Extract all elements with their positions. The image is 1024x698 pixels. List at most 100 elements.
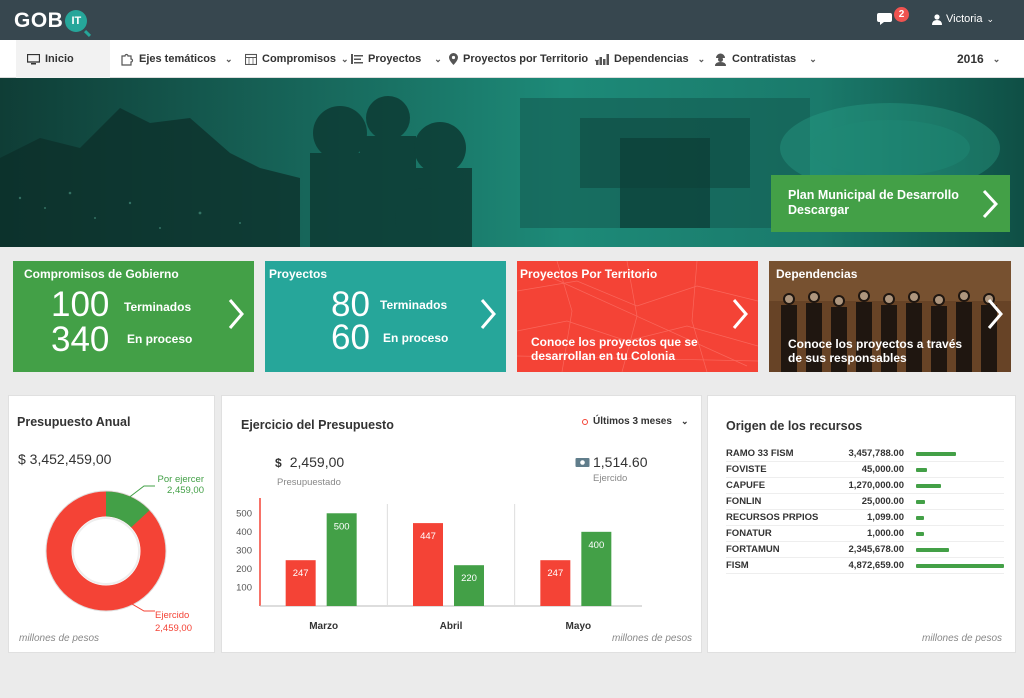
label-terminados: Terminados: [124, 300, 192, 314]
period-filter[interactable]: Últimos 3 meses ⌄: [582, 416, 688, 427]
resource-amount: 25,000.00: [861, 496, 904, 507]
bar-value-label: 500: [334, 521, 350, 532]
count-en-proceso: 340: [51, 320, 110, 359]
top-bar: GOB IT 2 Victoria ⌄: [0, 0, 1024, 40]
nav-label: Ejes temáticos: [139, 53, 217, 65]
user-name: Victoria: [946, 13, 983, 25]
card-description-line1: Conoce los proyectos que se: [531, 335, 698, 349]
resource-amount: 1,099.00: [867, 512, 904, 523]
ejercido-label: Ejercido: [593, 473, 628, 484]
table-row[interactable]: FORTAMUN 2,345,678.00: [726, 542, 1004, 558]
nav-inicio[interactable]: Inicio: [16, 40, 110, 78]
bar-value-label: 247: [547, 568, 563, 579]
resource-bar: [916, 483, 941, 488]
y-tick-label: 200: [236, 564, 252, 575]
nav-label: Proyectos por Territorio: [463, 53, 589, 65]
chevron-down-icon: ⌄: [986, 13, 995, 24]
label-terminados: Terminados: [380, 298, 448, 312]
label-por-ejercer: Por ejercer: [157, 474, 204, 485]
units-note: millones de pesos: [922, 633, 1003, 644]
chevron-right-icon: [987, 299, 1003, 329]
table-row[interactable]: CAPUFE 1,270,000.00: [726, 478, 1004, 494]
year-label: 2016: [957, 52, 984, 66]
resource-bar: [916, 547, 949, 552]
nav-dependencias[interactable]: Dependencias ⌄: [596, 40, 705, 78]
y-tick-label: 400: [236, 527, 252, 538]
table-row[interactable]: RECURSOS PRPIOS 1,099.00: [726, 510, 1004, 526]
resource-amount: 3,457,788.00: [848, 448, 904, 459]
card-title: Dependencias: [776, 267, 858, 281]
resource-name: FORTAMUN: [726, 544, 780, 555]
nav-territorio[interactable]: Proyectos por Territorio ⌄: [449, 40, 601, 78]
bar: [285, 560, 316, 606]
chevron-down-icon: ⌄: [434, 53, 442, 64]
chevron-down-icon: ⌄: [340, 53, 349, 64]
chevron-down-icon: ⌄: [992, 53, 1001, 64]
plan-title: Plan Municipal de Desarrollo: [788, 188, 959, 202]
resource-amount: 4,872,659.00: [848, 560, 904, 571]
chat-icon[interactable]: [877, 11, 895, 27]
resource-amount: 45,000.00: [861, 464, 904, 475]
count-terminados: 80: [331, 285, 370, 324]
nav-compromisos[interactable]: Compromisos ⌄: [245, 40, 349, 78]
nav-label: Compromisos: [262, 53, 336, 65]
resource-name: FISM: [726, 560, 749, 571]
plan-download-button[interactable]: Plan Municipal de Desarrollo Descargar: [771, 175, 1010, 232]
nav-proyectos[interactable]: Proyectos ⌄: [351, 40, 442, 78]
resource-bar: [916, 451, 956, 456]
y-tick-label: 100: [236, 582, 252, 593]
card-dependencias[interactable]: Dependencias Conoce los proyectos a trav…: [769, 261, 1011, 372]
list-icon: [351, 54, 363, 64]
nav-contratistas[interactable]: Contratistas ⌄: [714, 40, 817, 78]
year-selector[interactable]: 2016 ⌄: [957, 40, 1000, 78]
panel-presupuesto-anual: Presupuesto Anual $ 3,452,459,00 Por eje…: [8, 395, 215, 653]
chevron-down-icon: ⌄: [225, 53, 233, 64]
table-row[interactable]: RAMO 33 FISM 3,457,788.00: [726, 446, 1004, 462]
card-description-line1: Conoce los proyectos a través: [788, 337, 963, 351]
notification-badge: 2: [894, 7, 909, 22]
bar-value-label: 247: [293, 568, 309, 579]
nav-label: Dependencias: [614, 53, 689, 65]
chevron-down-icon: ⌄: [809, 53, 817, 64]
label-en-proceso: En proceso: [127, 332, 193, 346]
card-description-line2: desarrollan en tu Colonia: [531, 349, 676, 363]
card-compromisos[interactable]: Compromisos de Gobierno 100 Terminados 3…: [13, 261, 254, 372]
resource-bar: [916, 563, 1004, 568]
main-nav: Inicio Ejes temáticos ⌄ Compromisos ⌄ Pr…: [0, 40, 1024, 78]
card-territorio[interactable]: Proyectos Por Territorio Conoce los proy…: [517, 261, 758, 372]
resource-bar: [916, 467, 927, 472]
bar-chart: 500 400 300 200 100 247 500 Marzo 447 220 Abril 247…: [236, 498, 642, 632]
bar-value-label: 400: [588, 540, 604, 551]
user-menu[interactable]: Victoria ⌄: [932, 13, 994, 25]
units-note: millones de pesos: [612, 633, 693, 644]
panel-title: Presupuesto Anual: [17, 415, 131, 429]
monitor-icon: [27, 53, 40, 64]
panel-title: Origen de los recursos: [726, 419, 863, 433]
logo-text: GOB: [14, 9, 64, 32]
chevron-right-icon: [982, 189, 998, 219]
nav-label: Proyectos: [368, 53, 422, 65]
nav-label: Contratistas: [732, 53, 797, 65]
chevron-right-icon: [228, 299, 244, 329]
resource-bar: [916, 515, 924, 520]
resource-name: CAPUFE: [726, 480, 766, 491]
money-icon: [575, 457, 590, 467]
card-proyectos[interactable]: Proyectos 80 Terminados 60 En proceso: [265, 261, 506, 372]
table-row[interactable]: FISM 4,872,659.00: [726, 558, 1004, 574]
table-row[interactable]: FONLIN 25,000.00: [726, 494, 1004, 510]
bar: [540, 560, 571, 606]
presupuestado-amount: $2,459,00: [275, 454, 344, 470]
logo[interactable]: GOB IT: [14, 8, 88, 34]
y-tick-label: 500: [236, 508, 252, 519]
label-en-proceso: En proceso: [383, 331, 449, 345]
bar-chart-icon: [596, 54, 609, 65]
y-tick-label: 300: [236, 545, 252, 556]
x-category-label: Abril: [440, 621, 463, 632]
label-ejercido: Ejercido: [155, 610, 190, 621]
table-row[interactable]: FONATUR 1,000.00: [726, 526, 1004, 542]
nav-ejes[interactable]: Ejes temáticos ⌄: [121, 40, 233, 78]
resource-bar: [916, 499, 925, 504]
table-row[interactable]: FOVISTE 45,000.00: [726, 462, 1004, 478]
x-category-label: Mayo: [566, 621, 592, 632]
presupuestado-value: 2,459,00: [289, 454, 345, 470]
